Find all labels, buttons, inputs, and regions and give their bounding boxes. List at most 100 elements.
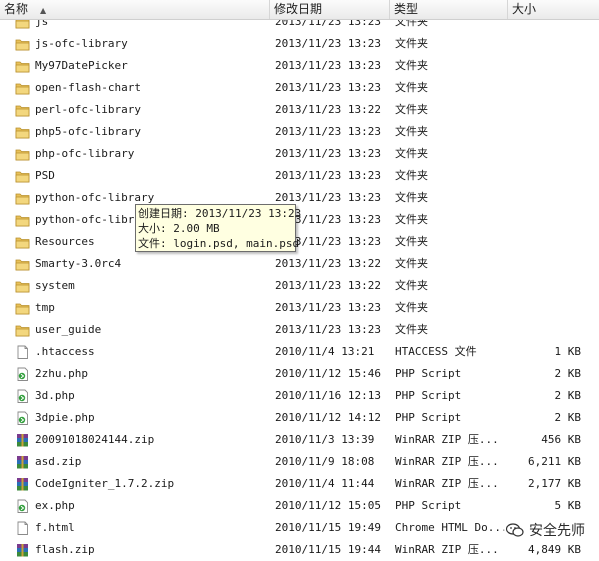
file-size [505,319,581,341]
file-row[interactable]: PSD 2013/11/23 13:23 文件夹 [0,165,599,187]
file-name: 3dpie.php [35,411,95,424]
file-row[interactable]: ex.php 2010/11/12 15:05 PHP Script 5 KB [0,495,599,517]
folder-icon [15,257,30,271]
column-header-name[interactable]: 名称 ▲ [0,0,270,19]
file-type: 文件夹 [395,147,428,160]
file-type: 文件夹 [395,103,428,116]
file-name: My97DatePicker [35,59,128,72]
watermark: 安全先师 [504,518,591,542]
file-date: 2013/11/23 13:23 [275,323,381,336]
folder-icon [15,169,30,183]
file-date: 2013/11/23 13:23 [275,59,381,72]
file-type: 文件夹 [395,191,428,204]
file-size: 6,211 KB [528,455,581,468]
file-row[interactable]: Smarty-3.0rc4 2013/11/23 13:22 文件夹 [0,253,599,275]
file-row[interactable]: js-ofc-library 2013/11/23 13:23 文件夹 [0,33,599,55]
file-name: 3d.php [35,389,75,402]
file-type: 文件夹 [395,213,428,226]
file-size [505,275,581,297]
file-size [505,55,581,77]
file-date: 2010/11/15 19:49 [275,521,381,534]
file-row[interactable]: tmp 2013/11/23 13:23 文件夹 [0,297,599,319]
file-row[interactable]: asd.zip 2010/11/9 18:08 WinRAR ZIP 压... 6,2… [0,451,599,473]
folder-icon [15,191,30,205]
file-date: 2010/11/9 18:08 [275,455,375,468]
file-row[interactable]: .htaccess 2010/11/4 13:21 HTACCESS 文件 1 KB [0,341,599,363]
column-header-date[interactable]: 修改日期 [270,0,390,19]
file-row[interactable]: php-ofc-library 2013/11/23 13:23 文件夹 [0,143,599,165]
file-date: 2010/11/12 15:46 [275,367,381,380]
file-type: PHP Script [395,411,462,424]
file-row[interactable]: system 2013/11/23 13:22 文件夹 [0,275,599,297]
winrar-icon [15,477,30,491]
winrar-icon [15,455,30,469]
php-icon [15,367,30,381]
file-name: perl-ofc-library [35,103,141,116]
file-size: 2 KB [554,367,582,380]
column-header-name-label: 名称 [4,2,29,16]
tooltip-created: 创建日期: 2013/11/23 13:23 [138,207,302,220]
file-type: Chrome HTML Do... [395,521,505,534]
file-type: 文件夹 [395,257,428,270]
file-size: 4,849 KB [528,543,581,556]
file-row[interactable]: perl-ofc-library 2013/11/23 13:22 文件夹 [0,99,599,121]
file-type: 文件夹 [395,235,428,248]
file-size [505,121,581,143]
tooltip-files: 文件: login.psd, main.psd [138,237,300,250]
file-row[interactable]: My97DatePicker 2013/11/23 13:23 文件夹 [0,55,599,77]
file-row[interactable]: Resources 2013/11/23 13:23 文件夹 [0,231,599,253]
folder-icon [15,323,30,337]
file-row[interactable]: 3dpie.php 2010/11/12 14:12 PHP Script 2 KB [0,407,599,429]
file-row[interactable]: 3d.php 2010/11/16 12:13 PHP Script 2 KB [0,385,599,407]
column-header-date-label: 修改日期 [274,2,323,16]
folder-icon [15,279,30,293]
sort-up-icon: ▲ [40,6,47,15]
file-name: js-ofc-library [35,37,128,50]
php-icon [15,499,30,513]
file-date: 2010/11/3 13:39 [275,433,375,446]
file-type: WinRAR ZIP 压... [395,477,499,490]
file-date: 2010/11/12 14:12 [275,411,381,424]
file-date: 2013/11/23 13:23 [275,147,381,160]
file-row[interactable]: open-flash-chart 2013/11/23 13:23 文件夹 [0,77,599,99]
file-size [505,99,581,121]
file-name: Smarty-3.0rc4 [35,257,122,270]
file-name: system [35,279,75,292]
file-name: user_guide [35,323,102,336]
file-name: CodeIgniter_1.7.2.zip [35,477,175,490]
file-name: 2zhu.php [35,367,88,380]
file-row[interactable]: 20091018024144.zip 2010/11/3 13:39 WinRAR … [0,429,599,451]
column-header-type[interactable]: 类型 [390,0,508,19]
tooltip-size: 大小: 2.00 MB [138,222,220,235]
file-date: 2010/11/4 13:21 [275,345,375,358]
file-row[interactable]: 2zhu.php 2010/11/12 15:46 PHP Script 2 KB [0,363,599,385]
folder-icon [15,301,30,315]
folder-icon [15,37,30,51]
file-row[interactable]: flash.zip 2010/11/15 19:44 WinRAR ZIP 压...… [0,539,599,561]
file-row[interactable]: CodeIgniter_1.7.2.zip 2010/11/4 11:44 WinR… [0,473,599,495]
column-header-size[interactable]: 大小 [508,0,599,19]
file-type: 文件夹 [395,323,428,336]
php-icon [15,411,30,425]
file-icon [15,345,30,359]
file-type: 文件夹 [395,301,428,314]
file-name: tmp [35,301,55,314]
file-type: WinRAR ZIP 压... [395,433,499,446]
file-row[interactable]: php5-ofc-library 2013/11/23 13:23 文件夹 [0,121,599,143]
file-name: asd.zip [35,455,82,468]
column-header-size-label: 大小 [512,2,537,16]
file-date: 2013/11/23 13:22 [275,103,381,116]
file-name: open-flash-chart [35,81,141,94]
file-row[interactable]: user_guide 2013/11/23 13:23 文件夹 [0,319,599,341]
file-name: flash.zip [35,543,95,556]
file-date: 2013/11/23 13:23 [275,169,381,182]
php-icon [15,389,30,403]
file-row[interactable]: python-ofc-library 2013/11/23 13:23 文件夹 [0,187,599,209]
file-type: WinRAR ZIP 压... [395,543,499,556]
file-date: 2013/11/23 13:23 [275,37,381,50]
file-size [505,231,581,253]
file-name: ex.php [35,499,75,512]
file-type: 文件夹 [395,59,428,72]
file-size [505,209,581,231]
folder-icon [15,59,30,73]
